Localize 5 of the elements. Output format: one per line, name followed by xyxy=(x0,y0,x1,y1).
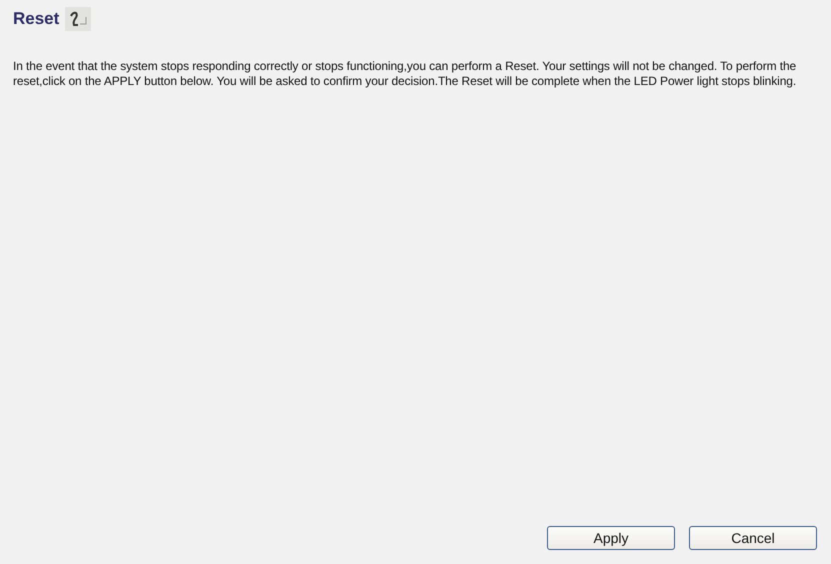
page-title: Reset xyxy=(13,9,60,29)
apply-button[interactable]: Apply xyxy=(547,526,675,550)
help-icon[interactable] xyxy=(65,7,92,31)
reset-description: In the event that the system stops responding correctly or stops functioning,you can perform a Reset. Your settings will not be changed. To perform the reset,click on the APPLY button below. You will be asked to confirm your decision.The Reset will be complete when the LED Power light stops blinking. xyxy=(13,59,798,89)
cancel-button[interactable]: Cancel xyxy=(689,526,817,550)
